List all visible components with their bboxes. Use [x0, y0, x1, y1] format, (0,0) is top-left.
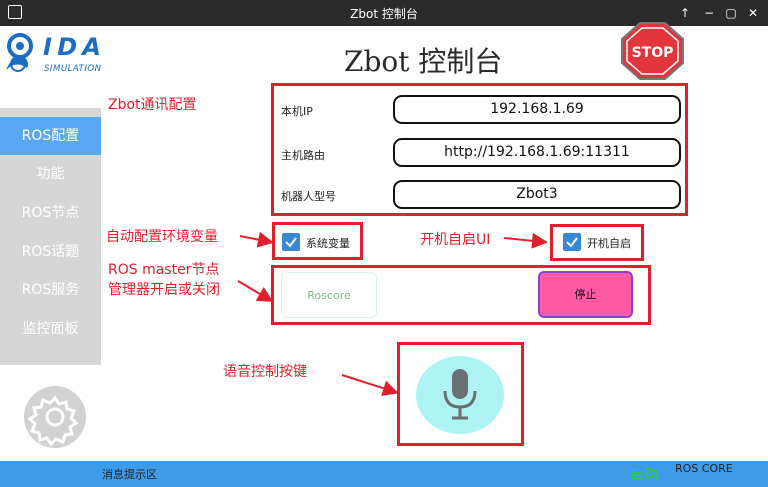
close-button[interactable]: ✕: [744, 4, 762, 22]
sidebar-item-ros-config[interactable]: ROS配置: [0, 117, 101, 155]
page-title: Zbot 控制台: [344, 45, 503, 78]
settings-button[interactable]: [24, 386, 86, 448]
sidebar-item-features[interactable]: 功能: [0, 155, 101, 193]
annotation-comm-config: Zbot通讯配置: [108, 97, 197, 113]
arrow-voice: [341, 374, 399, 396]
ida-logo: IDA SIMULATION: [6, 33, 101, 74]
checkmark-icon: [285, 237, 297, 248]
arrow-env-vars: [239, 231, 274, 248]
env-vars-label: 系统变量: [306, 237, 350, 250]
sidebar-item-ros-nodes[interactable]: ROS节点: [0, 194, 101, 232]
annotation-autostart: 开机自启UI: [420, 232, 491, 248]
annotation-master-line2: 管理器开启或关闭: [108, 282, 220, 298]
env-vars-checkbox[interactable]: [282, 233, 300, 251]
ip-label: 本机IP: [281, 105, 313, 118]
minimize-button[interactable]: −: [700, 4, 718, 22]
route-field[interactable]: http://192.168.1.69:11311: [393, 138, 681, 167]
sidebar-nav: ROS配置 功能 ROS节点 ROS话题 ROS服务 监控面板: [0, 108, 101, 365]
sidebar-item-ros-topics[interactable]: ROS话题: [0, 233, 101, 271]
sidebar-item-monitor-panel[interactable]: 监控面板: [0, 310, 101, 348]
message-area: 消息提示区: [102, 468, 157, 481]
window-title: Zbot 控制台: [350, 7, 418, 21]
annotation-master-line1: ROS master节点: [108, 262, 220, 278]
arrow-master: [237, 280, 274, 303]
logo-text: IDA: [43, 33, 101, 61]
roscore-button[interactable]: Roscore: [281, 272, 377, 318]
annotation-voice: 语音控制按键: [223, 364, 307, 380]
arrow-autostart: [503, 232, 548, 249]
stop-sign-label: STOP: [632, 45, 674, 61]
maximize-button[interactable]: ▢: [722, 4, 740, 22]
stop-button[interactable]: 停止: [538, 271, 633, 318]
gear-icon: [27, 395, 79, 447]
autostart-checkbox[interactable]: [563, 233, 581, 251]
ip-field[interactable]: 192.168.1.69: [393, 95, 681, 124]
sidebar-item-ros-services[interactable]: ROS服务: [0, 271, 101, 309]
route-label: 主机路由: [281, 149, 325, 162]
autostart-label: 开机自启: [587, 237, 631, 250]
voice-control-button[interactable]: [415, 355, 505, 435]
drone-logo-icon: [6, 33, 33, 72]
ros-core-status: ROS CORE: [675, 462, 733, 475]
model-label: 机器人型号: [281, 190, 336, 203]
stop-sign-icon[interactable]: STOP: [620, 22, 685, 80]
checkmark-icon: [566, 237, 578, 248]
keep-on-top-button[interactable]: ↑: [676, 4, 694, 22]
logo-subtext: SIMULATION: [44, 64, 101, 74]
model-field[interactable]: Zbot3: [393, 180, 681, 209]
annotation-env-vars: 自动配置环境变量: [106, 229, 218, 245]
ros-status-indicator: 启动: [630, 467, 658, 483]
